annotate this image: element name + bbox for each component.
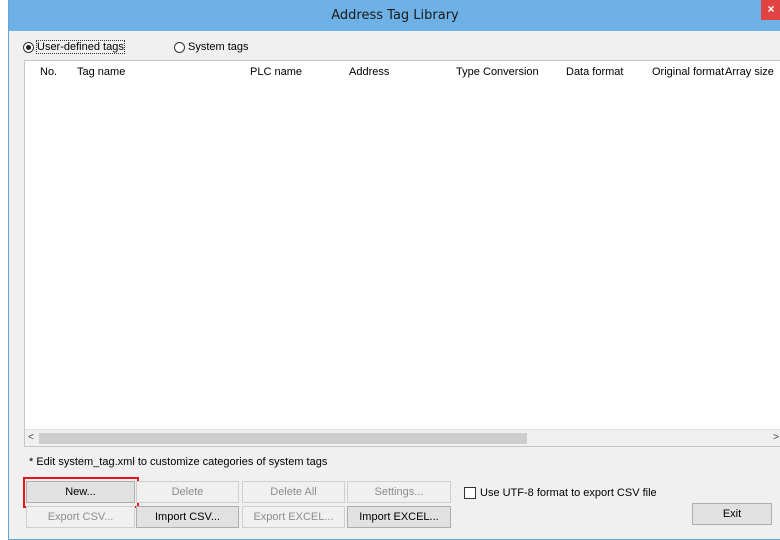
scrollbar-thumb[interactable]: [39, 433, 527, 444]
address-tag-library-window: Address Tag Library × User-defined tags …: [8, 0, 780, 540]
new-button[interactable]: New...: [26, 481, 135, 503]
scroll-right-icon[interactable]: >: [773, 432, 779, 443]
export-excel-button[interactable]: Export EXCEL...: [242, 506, 345, 528]
column-header-type[interactable]: Type: [456, 66, 480, 78]
column-header-data-format[interactable]: Data format: [566, 66, 623, 78]
scroll-left-icon[interactable]: <: [28, 432, 34, 443]
utf8-option[interactable]: Use UTF-8 format to export CSV file: [464, 487, 657, 499]
system-tags-label: System tags: [188, 41, 249, 53]
utf8-checkbox[interactable]: [464, 487, 476, 499]
column-header-tag-name[interactable]: Tag name: [77, 66, 125, 78]
tag-list[interactable]: No. Tag name PLC name Address Type Conve…: [24, 60, 780, 447]
utf8-option-label: Use UTF-8 format to export CSV file: [480, 487, 657, 499]
horizontal-scrollbar[interactable]: < >: [25, 429, 780, 446]
import-excel-button[interactable]: Import EXCEL...: [347, 506, 451, 528]
column-header-address[interactable]: Address: [349, 66, 389, 78]
column-header-plc-name[interactable]: PLC name: [250, 66, 302, 78]
system-tag-note: * Edit system_tag.xml to customize categ…: [29, 456, 328, 468]
import-csv-button[interactable]: Import CSV...: [136, 506, 239, 528]
window-title: Address Tag Library: [331, 8, 459, 23]
settings-button[interactable]: Settings...: [347, 481, 451, 503]
column-header-array-size[interactable]: Array size: [725, 66, 774, 78]
radio-unselected-icon: [174, 41, 185, 53]
column-header-original-format[interactable]: Original format: [652, 66, 724, 78]
delete-all-button[interactable]: Delete All: [242, 481, 345, 503]
column-header-conversion[interactable]: Conversion: [483, 66, 539, 78]
radio-selected-icon: [23, 41, 34, 53]
delete-button[interactable]: Delete: [136, 481, 239, 503]
column-header-no[interactable]: No.: [40, 66, 57, 78]
tag-list-header: No. Tag name PLC name Address Type Conve…: [25, 61, 780, 81]
exit-button[interactable]: Exit: [692, 503, 772, 525]
close-button[interactable]: ×: [761, 0, 780, 20]
export-csv-button[interactable]: Export CSV...: [26, 506, 135, 528]
user-defined-tags-label: User-defined tags: [36, 40, 125, 54]
title-bar[interactable]: Address Tag Library ×: [9, 0, 780, 31]
system-tags-radio[interactable]: System tags: [174, 41, 249, 53]
user-defined-tags-radio[interactable]: User-defined tags: [23, 40, 125, 54]
